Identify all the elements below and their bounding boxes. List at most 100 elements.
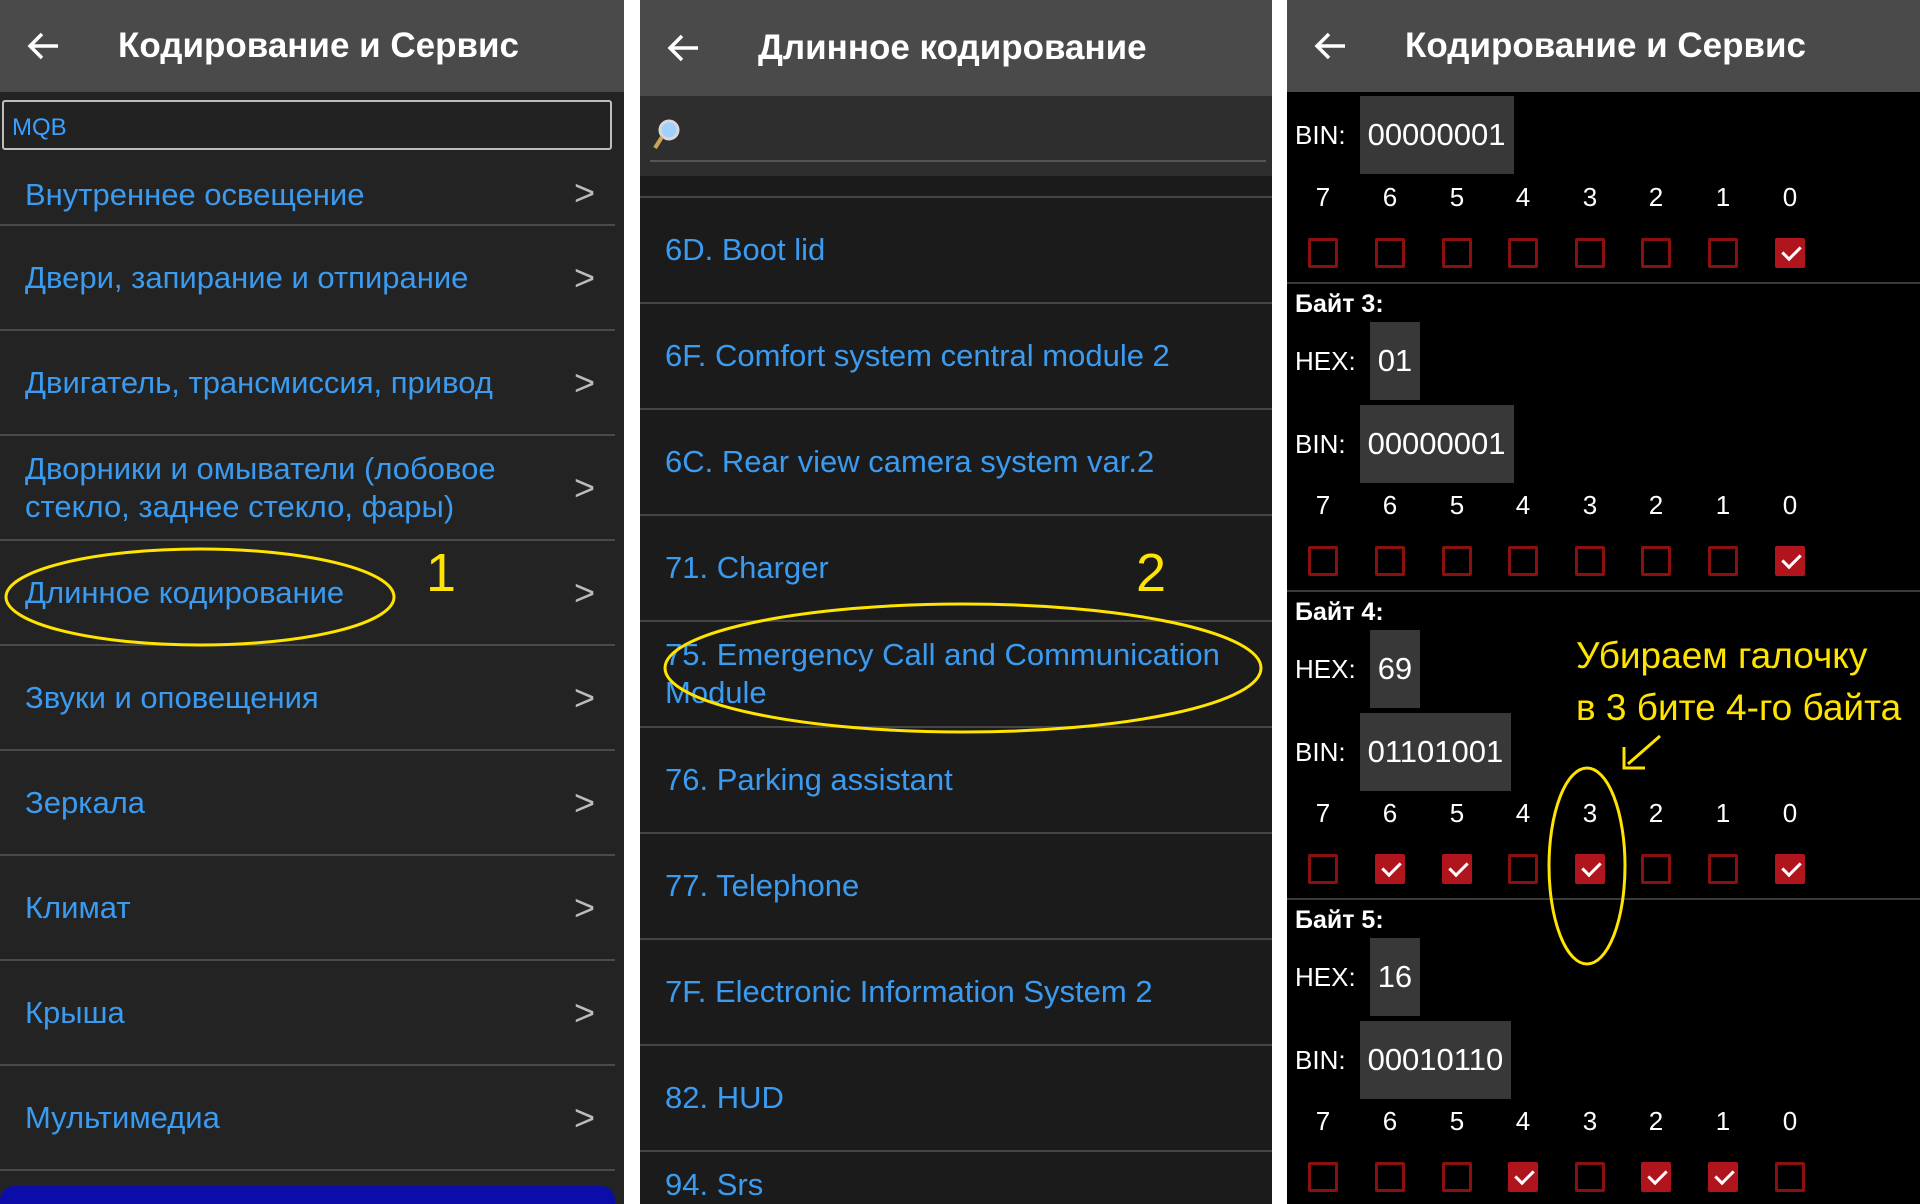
bit-checkbox-5[interactable] [1442, 1162, 1472, 1192]
bit-number: 6 [1382, 182, 1398, 212]
instruction-note: Убираем галочку в 3 бите 4-го байта [1576, 630, 1901, 734]
hex-value[interactable]: 01 [1369, 322, 1421, 400]
instruction-line-1: Убираем галочку [1576, 635, 1868, 676]
bit-number: 7 [1315, 182, 1331, 212]
list-item-label: 6D. Boot lid [665, 232, 826, 267]
bin-value[interactable]: 01101001 [1359, 713, 1512, 791]
bit-checkbox-5[interactable] [1442, 546, 1472, 576]
bit-checkbox-2[interactable] [1641, 238, 1671, 268]
app-bar: Длинное кодирование [640, 0, 1272, 96]
list-item[interactable]: 94. Srs [640, 1150, 1272, 1204]
list-item-label: 6F. Comfort system central module 2 [665, 338, 1170, 373]
bit-checkbox-0[interactable] [1775, 546, 1805, 576]
list-item[interactable]: Двери, запирание и отпирание > [0, 226, 615, 331]
back-arrow-icon[interactable] [22, 25, 64, 67]
list-item-label: 76. Parking assistant [665, 762, 953, 797]
list-item[interactable]: Зеркала > [0, 751, 615, 856]
bin-value[interactable]: 00010110 [1359, 1021, 1512, 1099]
step-marker-1: 1 [426, 543, 457, 603]
list-item[interactable]: 6F. Comfort system central module 2 [640, 302, 1272, 408]
back-arrow-icon[interactable] [662, 27, 704, 69]
list-item-label: Зеркала [25, 784, 146, 820]
list-item[interactable]: 76. Parking assistant [640, 726, 1272, 832]
bit-checkbox-6[interactable] [1375, 1162, 1405, 1192]
bit-checkbox-4[interactable] [1508, 854, 1538, 884]
list-item[interactable]: Внутреннее освещение > [0, 156, 615, 226]
list-item-long-coding[interactable]: Длинное кодирование > [0, 541, 615, 646]
bit-checkbox-2[interactable] [1641, 1162, 1671, 1192]
list-item[interactable]: Мультимедиа > [0, 1066, 615, 1171]
list-item[interactable]: 6C. Rear view camera system var.2 [640, 408, 1272, 514]
hex-value[interactable]: 16 [1369, 938, 1421, 1016]
bit-checkbox-3[interactable] [1575, 1162, 1605, 1192]
list-item[interactable]: 77. Telephone [640, 832, 1272, 938]
bit-checkbox-6[interactable] [1375, 854, 1405, 884]
filter-input[interactable]: MQB [2, 100, 612, 150]
list-item[interactable]: Крыша > [0, 961, 615, 1066]
byte-label: Байт 4: [1295, 598, 1384, 626]
chevron-right-icon: > [573, 676, 595, 718]
list-item[interactable]: 71. Charger [640, 514, 1272, 620]
bit-checkbox-2[interactable] [1641, 546, 1671, 576]
bit-checkbox-4[interactable] [1508, 238, 1538, 268]
list-item[interactable]: Двигатель, трансмиссия, привод > [0, 331, 615, 436]
bit-number: 5 [1449, 798, 1465, 828]
bit-number: 1 [1715, 182, 1731, 212]
list-item[interactable]: Климат > [0, 856, 615, 961]
hex-value[interactable]: 69 [1369, 630, 1421, 708]
bit-checkbox-7[interactable] [1308, 1162, 1338, 1192]
bit-checkbox-1[interactable] [1708, 546, 1738, 576]
bit-checkbox-7[interactable] [1308, 546, 1338, 576]
bin-field-byte5: BIN: 00010110 [1295, 1021, 1512, 1099]
list-item-emergency-call[interactable]: 75. Emergency Call and Communication Mod… [640, 620, 1272, 726]
bit-number: 2 [1648, 490, 1664, 520]
list-item[interactable]: 7F. Electronic Information System 2 [640, 938, 1272, 1044]
bit-checkbox-4[interactable] [1508, 1162, 1538, 1192]
bit-checkbox-7[interactable] [1308, 854, 1338, 884]
filter-value: MQB [12, 114, 67, 141]
bit-number: 5 [1449, 490, 1465, 520]
back-arrow-icon[interactable] [1309, 25, 1351, 67]
bit-checkbox-3[interactable] [1575, 546, 1605, 576]
bit-checkbox-7[interactable] [1308, 238, 1338, 268]
bit-number: 6 [1382, 490, 1398, 520]
bit-checkbox-3[interactable] [1575, 854, 1605, 884]
list-item[interactable]: 6D. Boot lid [640, 196, 1272, 302]
bit-numbers-byte5: 7 6 5 4 3 2 1 0 [1287, 1106, 1920, 1146]
list-item-label: Длинное кодирование [25, 574, 345, 610]
list-item[interactable]: 82. HUD [640, 1044, 1272, 1150]
bit-checkbox-1[interactable] [1708, 238, 1738, 268]
bin-value[interactable]: 00000001 [1359, 405, 1514, 483]
hex-label: HEX: [1295, 961, 1356, 992]
hex-label: HEX: [1295, 653, 1356, 684]
checkboxes-byte3 [1287, 546, 1920, 586]
page-title: Кодирование и Сервис [118, 26, 519, 65]
bit-checkbox-0[interactable] [1775, 1162, 1805, 1192]
hex-field-byte3: HEX: 01 [1295, 322, 1421, 400]
bit-checkbox-0[interactable] [1775, 854, 1805, 884]
search-icon [652, 118, 682, 157]
bit-numbers-byte2: 7 6 5 4 3 2 1 0 [1287, 182, 1920, 222]
bit-checkbox-0[interactable] [1775, 238, 1805, 268]
bit-checkbox-1[interactable] [1708, 1162, 1738, 1192]
list-item-label: 94. Srs [665, 1167, 764, 1202]
bit-checkbox-6[interactable] [1375, 238, 1405, 268]
list-item[interactable]: Дворники и омыватели (лобовое стекло, за… [0, 436, 615, 541]
bit-number: 4 [1515, 490, 1531, 520]
checkboxes-byte4 [1287, 854, 1920, 894]
bit-number: 1 [1715, 798, 1731, 828]
divider [1287, 898, 1920, 900]
bin-value[interactable]: 00000001 [1359, 96, 1514, 174]
chevron-right-icon: > [573, 172, 595, 213]
bit-checkbox-2[interactable] [1641, 854, 1671, 884]
bit-checkbox-4[interactable] [1508, 546, 1538, 576]
bit-checkbox-6[interactable] [1375, 546, 1405, 576]
search-input[interactable] [640, 96, 1272, 176]
bit-checkbox-1[interactable] [1708, 854, 1738, 884]
page-title: Кодирование и Сервис [1405, 26, 1806, 65]
bit-checkbox-5[interactable] [1442, 854, 1472, 884]
list-item[interactable]: Звуки и оповещения > [0, 646, 615, 751]
bit-checkbox-3[interactable] [1575, 238, 1605, 268]
byte-label: Байт 5: [1295, 906, 1384, 934]
bit-checkbox-5[interactable] [1442, 238, 1472, 268]
